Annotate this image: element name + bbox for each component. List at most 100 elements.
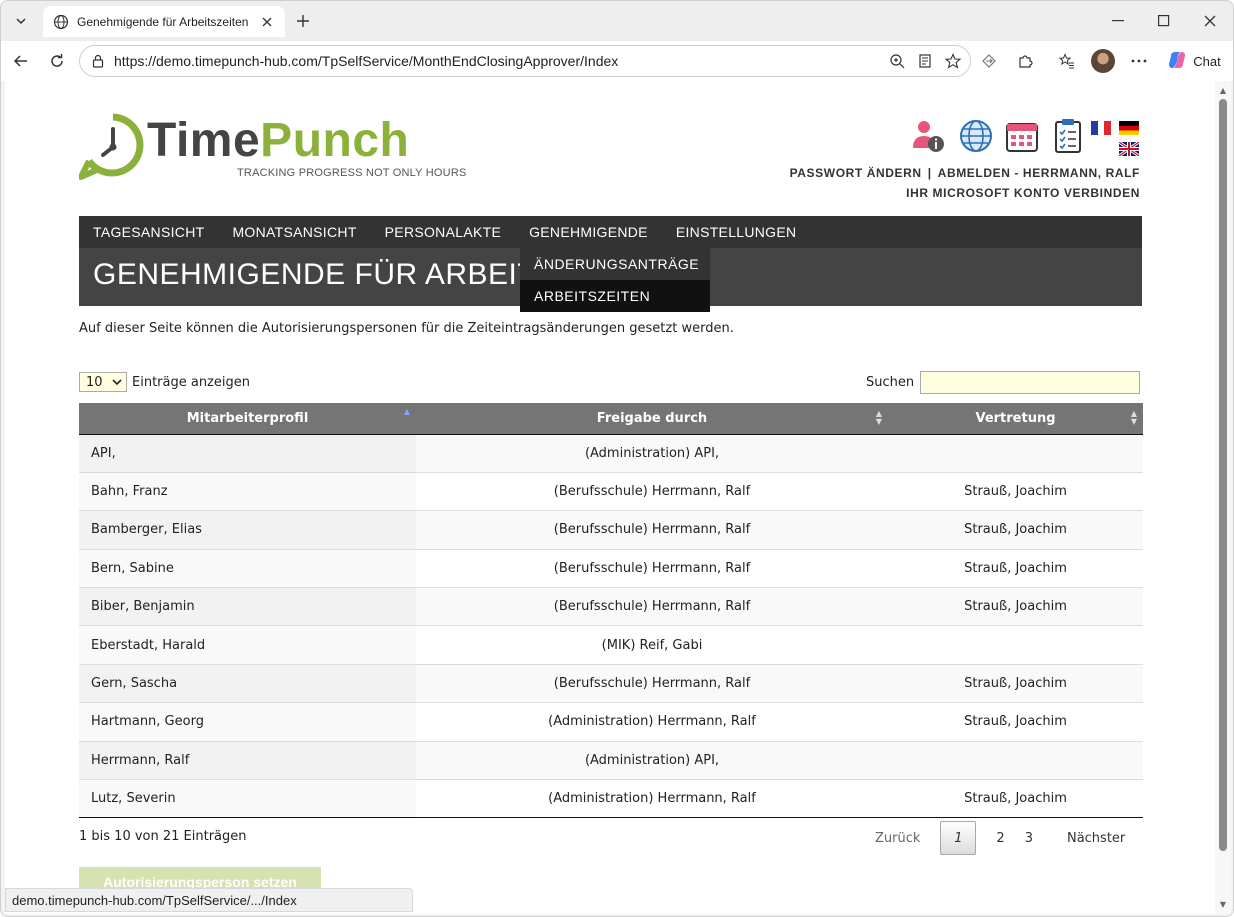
page-length-control: 10 Einträge anzeigen [79,372,250,392]
more-menu-icon[interactable] [1125,47,1153,75]
clock-logo-icon [79,113,144,180]
table-row[interactable]: Eberstadt, Harald (MIK) Reif, Gabi [79,625,1143,665]
url-text: https://demo.timepunch-hub.com/TpSelfSer… [114,53,619,69]
table-row[interactable]: Bern, Sabine (Berufsschule) Herrmann, Ral… [79,549,1143,589]
table-row[interactable]: Biber, Benjamin (Berufsschule) Herrmann, … [79,587,1143,627]
menu-item-personalakte[interactable]: PERSONALAKTE [371,216,515,248]
column-header-vertretung[interactable]: Vertretung ▲ ▼ [888,403,1143,435]
chat-label: Chat [1193,53,1221,69]
calendar-icon[interactable] [1003,117,1041,155]
select-chevron-icon [112,379,122,386]
cell-approver: (Administration) API, [416,741,888,781]
table-row[interactable]: Hartmann, Georg (Administration) Herrmann… [79,702,1143,742]
next-page-button[interactable]: Nächster [1057,821,1135,855]
column-header-freigabe[interactable]: Freigabe durch ▲ ▼ [416,403,888,435]
table-row[interactable]: Bahn, Franz (Berufsschule) Herrmann, Ralf… [79,472,1143,512]
flag-de-icon[interactable] [1119,121,1139,135]
profile-avatar[interactable] [1091,49,1115,73]
menu-item-tagesansicht[interactable]: TAGESANSICHT [79,216,218,248]
logout-link[interactable]: ABMELDEN - HERRMANN, RALF [938,166,1140,180]
table-header-row: Mitarbeiterprofil ▲ Freigabe durch ▲ ▼ Ve… [79,403,1143,435]
dropdown-item-arbeitszeiten[interactable]: ARBEITSZEITEN [520,280,710,312]
scroll-up-icon[interactable]: ▲ [1218,85,1228,95]
search-input[interactable] [920,371,1141,394]
cell-employee: Lutz, Severin [79,779,416,819]
prev-page-button[interactable]: Zurück [865,821,930,855]
copilot-chat-button[interactable]: Chat [1161,47,1227,75]
flag-fr-icon[interactable] [1091,121,1111,135]
new-tab-plus-icon[interactable] [291,9,315,33]
page-2-button[interactable]: 2 [986,821,1014,855]
table-row[interactable]: Bamberger, Elias (Berufsschule) Herrmann,… [79,510,1143,550]
connect-microsoft-link[interactable]: IHR MICROSOFT KONTO VERBINDEN [906,186,1140,200]
link-separator: | [927,166,932,180]
immersive-arrow-icon[interactable] [975,47,1003,75]
globe-language-icon[interactable] [957,117,995,155]
back-arrow-icon[interactable] [7,47,35,75]
cell-employee: Hartmann, Georg [79,702,416,742]
sort-both-icon: ▲ ▼ [1130,409,1137,426]
tab-strip: Genehmigende für Arbeitszeiten [1,1,1233,41]
favorites-list-icon[interactable] [1053,47,1081,75]
cell-deputy: Strauß, Joachim [888,510,1143,550]
logo-wordmark: TimePunch [147,114,410,167]
globe-icon [53,14,69,30]
scroll-thumb[interactable] [1219,99,1227,851]
cell-deputy: Strauß, Joachim [888,549,1143,589]
table-row[interactable]: API, (Administration) API, [79,434,1143,473]
menu-item-einstellungen[interactable]: EINSTELLUNGEN [662,216,811,248]
cell-employee: Bern, Sabine [79,549,416,589]
reload-icon[interactable] [43,47,71,75]
page-scrollbar[interactable]: ▲ ▼ [1215,81,1231,914]
window-close-icon[interactable] [1187,7,1233,35]
cell-approver: (Administration) Herrmann, Ralf [416,702,888,742]
reader-mode-icon[interactable] [911,47,939,75]
column-header-mitarbeiterprofil[interactable]: Mitarbeiterprofil ▲ [79,403,416,435]
page-1-button[interactable]: 1 [940,821,977,855]
cell-approver: (Berufsschule) Herrmann, Ralf [416,587,888,627]
timepunch-logo[interactable]: TimePunch TRACKING PROGRESS NOT ONLY HOU… [79,111,469,183]
page-length-value: 10 [86,374,103,390]
extensions-puzzle-icon[interactable] [1011,47,1039,75]
dropdown-item-aenderungsantraege[interactable]: ÄNDERUNGSANTRÄGE [520,248,710,280]
cell-employee: Bamberger, Elias [79,510,416,550]
cell-approver: (Berufsschule) Herrmann, Ralf [416,472,888,512]
main-menu: TAGESANSICHT MONATSANSICHT PERSONALAKTE … [79,216,1142,248]
flag-uk-icon[interactable] [1119,142,1139,156]
table-row[interactable]: Lutz, Severin (Administration) Herrmann, … [79,779,1143,819]
change-password-link[interactable]: PASSWORT ÄNDERN [790,166,922,180]
link-status-bar: demo.timepunch-hub.com/TpSelfService/...… [5,888,413,912]
close-tab-icon[interactable] [259,14,275,30]
tab-title: Genehmigende für Arbeitszeiten [77,14,249,29]
cell-deputy [888,434,1143,473]
cell-employee: Herrmann, Ralf [79,741,416,781]
lock-icon [90,53,106,69]
table-info: 1 bis 10 von 21 Einträgen [79,829,247,844]
table-row[interactable]: Herrmann, Ralf (Administration) API, [79,741,1143,781]
page-length-select[interactable]: 10 [79,372,127,392]
menu-item-monatsansicht[interactable]: MONATSANSICHT [218,216,370,248]
scroll-down-icon[interactable]: ▼ [1218,899,1228,909]
approver-table: Mitarbeiterprofil ▲ Freigabe durch ▲ ▼ Ve… [79,403,1143,819]
cell-deputy: Strauß, Joachim [888,702,1143,742]
address-bar[interactable]: https://demo.timepunch-hub.com/TpSelfSer… [79,45,971,77]
maximize-icon[interactable] [1141,7,1187,35]
user-info-icon[interactable] [909,117,947,155]
header-links: PASSWORT ÄNDERN | ABMELDEN - HERRMANN, RAL… [790,163,1140,203]
favorite-star-icon[interactable] [939,47,967,75]
menu-item-genehmigende[interactable]: GENEHMIGENDE [515,216,662,248]
pagination: Zurück 1 2 3 Nächster [865,821,1135,855]
page-3-button[interactable]: 3 [1015,821,1043,855]
search-label: Suchen [866,375,915,390]
sort-both-icon: ▲ ▼ [875,409,882,426]
cell-deputy [888,625,1143,665]
zoom-icon[interactable] [883,47,911,75]
table-row[interactable]: Gern, Sascha (Berufsschule) Herrmann, Ral… [79,664,1143,704]
browser-window: Genehmigende für Arbeitszeiten https://d… [0,0,1234,917]
cell-approver: (Administration) API, [416,434,888,473]
logo-tagline: TRACKING PROGRESS NOT ONLY HOURS [237,167,467,179]
browser-tab[interactable]: Genehmigende für Arbeitszeiten [43,6,285,37]
minimize-icon[interactable] [1095,7,1141,35]
clipboard-checklist-icon[interactable] [1049,117,1087,155]
tab-list-chevron-icon[interactable] [7,7,35,35]
